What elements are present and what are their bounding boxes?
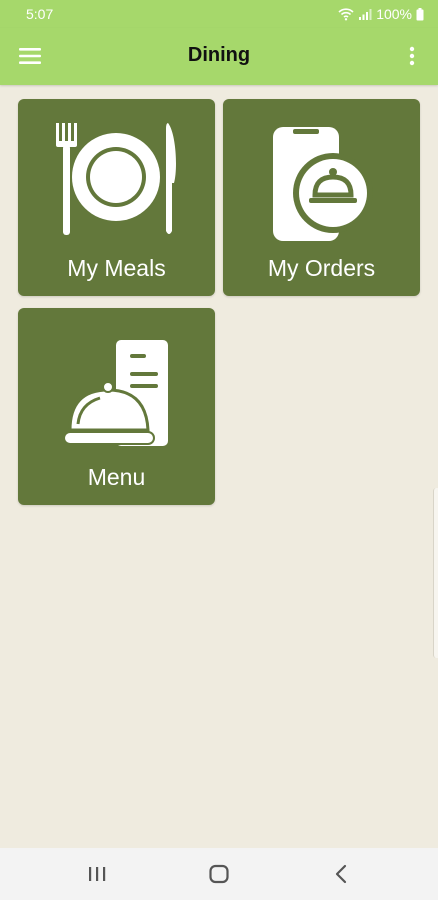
- back-icon[interactable]: [328, 862, 354, 886]
- tile-label: Menu: [87, 464, 146, 490]
- cloche-menu-icon: [64, 340, 168, 446]
- signal-icon: [359, 8, 372, 20]
- status-time: 5:07: [26, 6, 54, 22]
- status-icons: 100%: [338, 6, 424, 22]
- battery-percent: 100%: [376, 6, 412, 22]
- tile-my-meals[interactable]: My Meals: [18, 99, 215, 296]
- status-bar: 5:07 100%: [0, 0, 438, 28]
- recent-apps-icon[interactable]: [84, 862, 110, 886]
- wifi-icon: [338, 8, 354, 21]
- app-bar: Dining: [0, 28, 438, 85]
- system-nav-bar: [0, 848, 438, 900]
- tile-label: My Orders: [267, 255, 376, 281]
- home-icon[interactable]: [206, 862, 232, 886]
- edge-panel-handle[interactable]: [433, 488, 438, 658]
- tile-menu[interactable]: Menu: [18, 308, 215, 505]
- phone-cloche-icon: [273, 127, 373, 241]
- page-title: Dining: [187, 44, 251, 66]
- tile-label: My Meals: [67, 255, 166, 281]
- more-vert-icon[interactable]: [400, 44, 424, 68]
- tile-my-orders[interactable]: My Orders: [223, 99, 420, 296]
- plate-fork-knife-icon: [56, 123, 176, 235]
- battery-icon: [416, 7, 424, 20]
